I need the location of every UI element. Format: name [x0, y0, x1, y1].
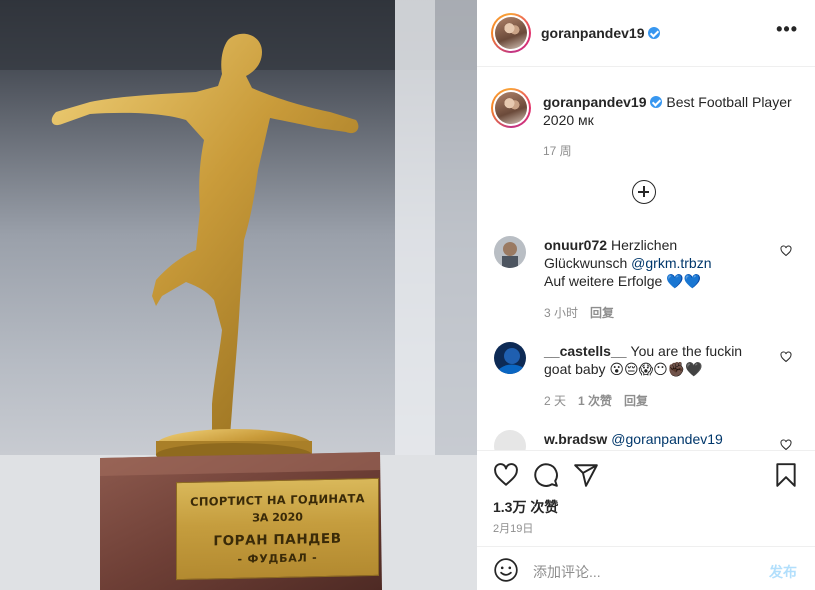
comment-username[interactable]: onuur072 — [544, 237, 607, 253]
comment-item: onuur072 Herzlichen Glückwunsch @grkm.trb… — [494, 236, 804, 326]
comment-likes[interactable]: 1 次赞 — [578, 394, 612, 408]
comment-body: onuur072 Herzlichen Glückwunsch @grkm.trb… — [544, 236, 764, 290]
author-avatar[interactable] — [491, 13, 531, 53]
comment-meta: 2 天 1 次赞 回复 — [544, 392, 660, 409]
comment-input[interactable]: 添加评论... — [533, 562, 601, 582]
comment-username[interactable]: w.bradsw — [544, 431, 607, 447]
comment-meta: 3 小时 回复 — [544, 304, 626, 321]
post-date[interactable]: 2月19日 — [493, 520, 533, 536]
load-more-comments-icon[interactable] — [632, 180, 656, 204]
like-heart-icon[interactable] — [493, 462, 519, 488]
comment-like-icon[interactable] — [780, 439, 792, 450]
more-options-icon[interactable]: ••• — [776, 20, 798, 38]
share-paper-plane-icon[interactable] — [573, 462, 599, 488]
save-bookmark-icon[interactable] — [773, 462, 799, 488]
comment-item: w.bradsw @goranpandev19 — [494, 430, 804, 450]
likes-count[interactable]: 1.3万 次赞 — [493, 497, 558, 517]
trophy-plaque: СПОРТИСТ НА ГОДИНАТА ЗА 2020 ГОРАН ПАНДЕ… — [176, 477, 379, 581]
add-comment-bar: 添加评论... 发布 — [477, 546, 815, 590]
plaque-line-1: СПОРТИСТ НА ГОДИНАТА — [190, 491, 365, 509]
comment-body: w.bradsw @goranpandev19 — [544, 430, 764, 448]
commenter-avatar[interactable] — [494, 430, 526, 450]
post-actions: 1.3万 次赞 2月19日 — [477, 450, 815, 546]
author-username[interactable]: goranpandev19 — [541, 25, 644, 41]
comment-text-tail: Auf weitere Erfolge 💙💙 — [544, 273, 702, 289]
caption-username[interactable]: goranpandev19 — [543, 94, 646, 110]
post-comment-button[interactable]: 发布 — [769, 562, 797, 582]
comment-reply-button[interactable]: 回复 — [624, 394, 648, 408]
comment-username[interactable]: __castells__ — [544, 343, 627, 359]
comment-mention[interactable]: @grkm.trbzn — [631, 255, 711, 271]
comment-mention[interactable]: @goranpandev19 — [611, 431, 723, 447]
caption-timestamp[interactable]: 17 周 — [543, 142, 572, 159]
comment-item: __castells__ You are the fuckin goat baby… — [494, 342, 804, 412]
author-name-row: goranpandev19 — [541, 25, 661, 43]
commenter-avatar[interactable] — [494, 342, 526, 374]
plaque-line-2: ЗА 2020 — [252, 510, 303, 525]
comment-body: __castells__ You are the fuckin goat baby… — [544, 342, 764, 378]
comment-time[interactable]: 3 小时 — [544, 306, 578, 320]
caption-verified-icon — [650, 96, 663, 108]
comment-time[interactable]: 2 天 — [544, 394, 566, 408]
caption-avatar[interactable] — [491, 88, 531, 128]
comment-like-icon[interactable] — [780, 245, 792, 257]
verified-badge-icon — [648, 27, 661, 39]
plaque-line-3: ГОРАН ПАНДЕВ — [213, 530, 342, 550]
commenter-avatar[interactable] — [494, 236, 526, 268]
caption: goranpandev19 Best Football Player 2020 … — [543, 93, 803, 129]
emoji-icon[interactable] — [493, 557, 519, 583]
comment-reply-button[interactable]: 回复 — [590, 306, 614, 320]
post-photo[interactable]: СПОРТИСТ НА ГОДИНАТА ЗА 2020 ГОРАН ПАНДЕ… — [0, 0, 477, 590]
plaque-line-4: - ФУДБАЛ - — [237, 551, 318, 566]
comment-icon[interactable] — [533, 462, 559, 488]
comment-like-icon[interactable] — [780, 351, 792, 363]
post-header: goranpandev19 ••• — [477, 0, 815, 67]
post-side-panel: goranpandev19 ••• goranpandev19 Best Foo… — [477, 0, 815, 590]
